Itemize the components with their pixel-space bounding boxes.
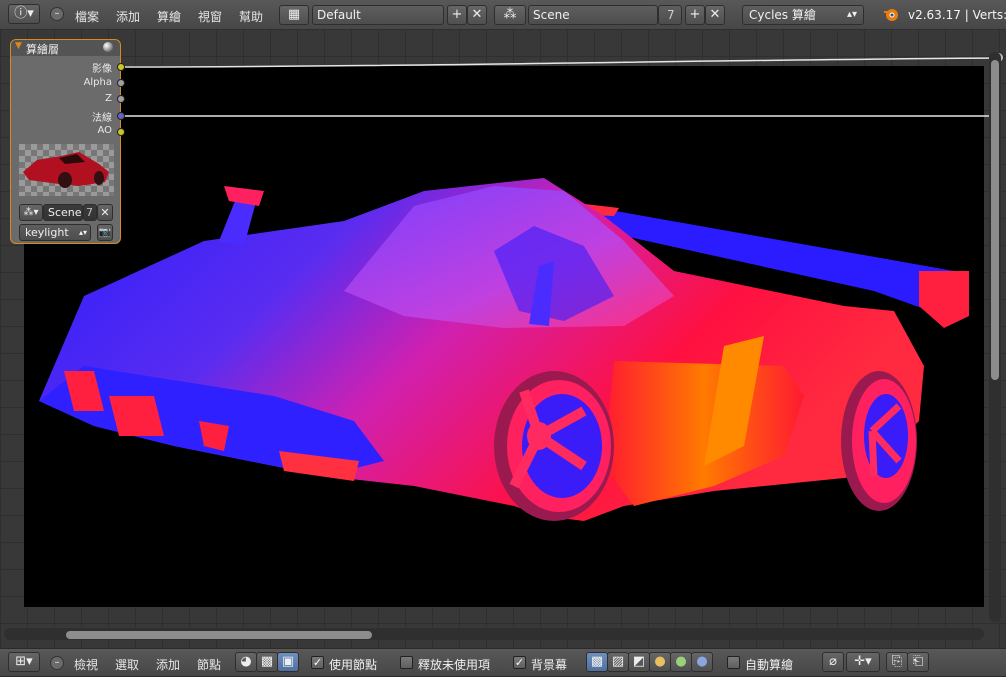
link-image[interactable] bbox=[120, 57, 999, 68]
output-socket-z[interactable] bbox=[117, 95, 125, 103]
output-label-alpha: Alpha bbox=[83, 77, 112, 88]
menu-add[interactable]: 添加 bbox=[156, 656, 180, 673]
node-scene-browse-icon[interactable]: ⁂▾ bbox=[19, 204, 43, 221]
node-header[interactable]: ▼ 算繪層 bbox=[11, 40, 120, 56]
render-layers-node[interactable]: ▼ 算繪層 影像 Alpha Z 法線 AO ⁂▾ Scene 7 ✕ keyl… bbox=[10, 39, 125, 244]
auto-render-checkbox[interactable] bbox=[727, 656, 740, 669]
node-links bbox=[120, 57, 999, 117]
node-scene-users: 7 bbox=[83, 204, 97, 221]
editor-type-node-icon[interactable]: ⊞▾ bbox=[8, 652, 40, 672]
collapse-triangle-icon[interactable]: ▼ bbox=[15, 41, 22, 51]
chevron-updown-icon: ▴▾ bbox=[78, 228, 87, 237]
backdrop-alpha-icon[interactable]: ▨ bbox=[607, 652, 629, 672]
auto-render-label: 自動算繪 bbox=[745, 658, 794, 672]
output-socket-ao[interactable] bbox=[117, 128, 125, 136]
menu-node[interactable]: 節點 bbox=[197, 656, 221, 673]
backdrop-green-icon[interactable]: ● bbox=[670, 652, 692, 672]
free-unused-checkbox[interactable] bbox=[400, 656, 413, 669]
output-label-image: 影像 bbox=[92, 64, 112, 75]
backdrop-rgb-alpha-icon[interactable]: ▩ bbox=[586, 652, 608, 672]
node-editor-header: ⊞▾ – 檢視 選取 添加 節點 ◕ ▩ ▣ ✓ 使用節點 釋放未使用項 ✓ 背… bbox=[0, 648, 1006, 677]
texture-nodes-icon[interactable]: ▩ bbox=[256, 652, 278, 672]
render-layer-label: keylight bbox=[25, 226, 69, 239]
output-socket-normal[interactable] bbox=[117, 112, 125, 120]
output-socket-alpha[interactable] bbox=[117, 79, 125, 87]
backdrop-blue-icon[interactable]: ● bbox=[691, 652, 713, 672]
free-unused-label: 釋放未使用項 bbox=[418, 658, 491, 672]
render-layer-dropdown[interactable]: keylight ▴▾ bbox=[19, 224, 91, 241]
backdrop-red-icon[interactable]: ● bbox=[649, 652, 671, 672]
output-label-normal: 法線 bbox=[92, 113, 112, 124]
node-scene-clear-icon[interactable]: ✕ bbox=[97, 204, 113, 221]
menu-select[interactable]: 選取 bbox=[115, 656, 139, 673]
node-title: 算繪層 bbox=[26, 43, 59, 56]
snap-icon[interactable]: ✛▾ bbox=[846, 652, 880, 672]
link-icon[interactable]: ⌀ bbox=[822, 652, 844, 672]
collapse-menus-icon[interactable]: – bbox=[50, 656, 64, 670]
horizontal-scrollbar-thumb[interactable] bbox=[66, 631, 372, 639]
paste-nodes-icon[interactable]: ⎗ bbox=[907, 652, 929, 672]
output-label-ao: AO bbox=[97, 125, 112, 136]
output-socket-image[interactable] bbox=[117, 63, 125, 71]
backdrop-rgb-icon[interactable]: ◩ bbox=[628, 652, 650, 672]
backdrop-label: 背景幕 bbox=[531, 658, 568, 672]
node-preview-toggle-icon[interactable] bbox=[103, 42, 113, 52]
use-nodes-label: 使用節點 bbox=[329, 658, 378, 672]
node-preview-thumbnail bbox=[19, 144, 114, 196]
copy-nodes-icon[interactable]: ⎘ bbox=[886, 652, 908, 672]
shader-nodes-icon[interactable]: ◕ bbox=[235, 652, 257, 672]
compositing-nodes-icon[interactable]: ▣ bbox=[277, 652, 299, 672]
render-layer-camera-icon[interactable]: 📷 bbox=[97, 224, 113, 241]
menu-view[interactable]: 檢視 bbox=[74, 656, 98, 673]
backdrop-checkbox[interactable]: ✓ bbox=[513, 656, 526, 669]
output-label-z: Z bbox=[105, 93, 112, 104]
use-nodes-checkbox[interactable]: ✓ bbox=[311, 656, 324, 669]
vertical-scrollbar-thumb[interactable] bbox=[991, 60, 999, 380]
node-scene-field[interactable]: Scene bbox=[43, 204, 83, 221]
